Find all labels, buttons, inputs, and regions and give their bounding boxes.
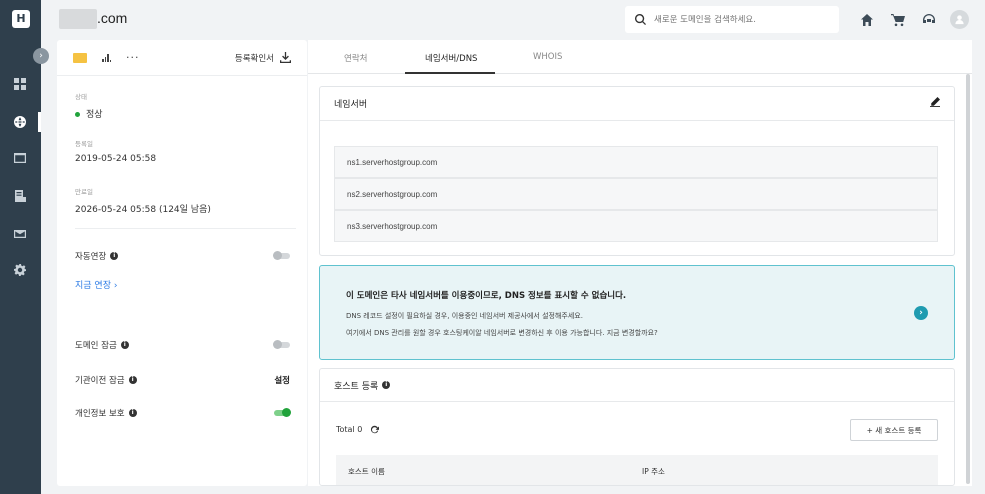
column-hostname: 호스트 이름 [348,467,385,476]
certificate-label: 등록확인서 [234,53,274,64]
scrollbar[interactable] [966,74,970,484]
tab-contacts[interactable]: 연락처 [344,52,367,64]
top-bar: .com [41,0,985,40]
domain-lock-toggle[interactable] [273,340,290,349]
left-nav-rail: H [0,0,41,494]
domain-lock-row: 도메인 잠금 i [75,339,290,351]
host-registration-card: 호스트 등록 i Total 0 + 새 호스트 등록 호스트 이름 IP 주소 [319,368,955,486]
domain-title: .com [97,10,128,26]
column-ip-address: IP 주소 [642,467,665,476]
stats-icon[interactable] [102,53,111,62]
registrar-lock-row: 기관이전 잠금 i 설정 [75,374,290,386]
info-icon[interactable]: i [110,252,119,260]
info-icon[interactable]: i [128,376,137,384]
auto-renew-row: 자동연장 i [75,250,290,262]
privacy-toggle[interactable] [274,408,291,417]
nameserver-card-title: 네임서버 [334,100,368,110]
registered-label: 등록일 [75,140,93,148]
certificate-download-button[interactable]: 등록확인서 [235,52,291,64]
divider [75,228,296,229]
status-dot [75,112,80,117]
host-table-header: 호스트 이름 IP 주소 [336,455,938,485]
host-card-title: 호스트 등록 [334,381,379,392]
mail-icon[interactable] [12,226,28,242]
privacy-row: 개인정보 보호 i [75,407,291,419]
domain-toolbar: ··· 등록확인서 [57,40,307,76]
settings-icon[interactable] [12,262,28,278]
auto-renew-label: 자동연장 [75,252,107,262]
tab-whois[interactable]: WHOIS [533,52,562,62]
nameserver-row: ns1.serverhostgroup.com [334,146,938,178]
status-value: 정상 [86,110,103,120]
status-label: 상태 [75,93,87,101]
dashboard-icon[interactable] [12,76,28,92]
registrar-lock-value[interactable]: 설정 [274,374,290,386]
host-total-label: Total 0 [336,425,363,434]
active-tab-indicator [405,72,495,74]
brand-logo[interactable]: H [12,10,30,28]
notice-line-1: DNS 레코드 설정이 필요하실 경우, 이용중인 네임서버 제공사에서 설정해… [346,312,583,320]
search-icon [635,14,646,25]
cart-icon[interactable] [888,10,908,30]
server-icon[interactable] [12,188,28,204]
folder-icon[interactable] [73,52,87,63]
support-headset-icon[interactable] [919,10,939,30]
new-host-button[interactable]: + 새 호스트 등록 [850,419,938,441]
sidebar-collapse-button[interactable]: › [33,48,49,64]
expires-value: 2026-05-24 05:58 (124일 남음) [75,205,211,215]
info-icon[interactable]: i [382,381,391,389]
home-icon[interactable] [857,10,877,30]
search-input[interactable] [654,14,824,25]
notice-title: 이 도메인은 타사 네임서버를 이용중이므로, DNS 정보를 표시할 수 없습… [346,291,627,301]
tab-nameserver-dns[interactable]: 네임서버/DNS [425,52,477,64]
active-indicator [38,112,41,132]
chevron-right-circle-icon[interactable]: › [914,306,928,320]
domain-info-panel: ··· 등록확인서 상태 정상 등록일 2019-05-24 05:58 만료일… [57,40,307,486]
user-avatar[interactable] [950,10,969,29]
detail-tabs: 연락처 네임서버/DNS WHOIS [308,40,972,74]
auto-renew-toggle[interactable] [273,251,290,260]
expires-label: 만료일 [75,188,93,196]
expiry-date-field: 만료일 2026-05-24 05:58 (124일 남음) [75,186,211,215]
status-field: 상태 정상 [75,91,103,120]
edit-pencil-icon[interactable] [930,97,940,110]
info-icon[interactable]: i [120,341,129,349]
window-icon[interactable] [12,150,28,166]
nameserver-row: ns2.serverhostgroup.com [334,178,938,210]
download-icon [280,52,291,63]
info-icon[interactable]: i [128,409,137,417]
more-icon[interactable]: ··· [126,52,140,63]
refresh-icon[interactable] [370,425,380,434]
domain-name-redacted [59,9,97,29]
registered-value: 2019-05-24 05:58 [75,154,157,164]
third-party-ns-notice: 이 도메인은 타사 네임서버를 이용중이므로, DNS 정보를 표시할 수 없습… [319,265,955,360]
host-total: Total 0 [336,425,380,434]
nameserver-card: 네임서버 ns1.serverhostgroup.com ns2.serverh… [319,86,955,256]
registered-date-field: 등록일 2019-05-24 05:58 [75,138,156,164]
globe-icon[interactable] [12,114,28,130]
registrar-lock-label: 기관이전 잠금 [75,376,125,386]
domain-search-box[interactable] [625,6,839,33]
privacy-label: 개인정보 보호 [75,409,125,419]
renew-now-link[interactable]: 지금 연장 › [75,278,117,291]
nameserver-row: ns3.serverhostgroup.com [334,210,938,242]
notice-line-2: 여기에서 DNS 관리를 원할 경우 호스팅케이알 네임서버로 변경하신 후 이… [346,329,658,337]
domain-lock-label: 도메인 잠금 [75,341,117,351]
